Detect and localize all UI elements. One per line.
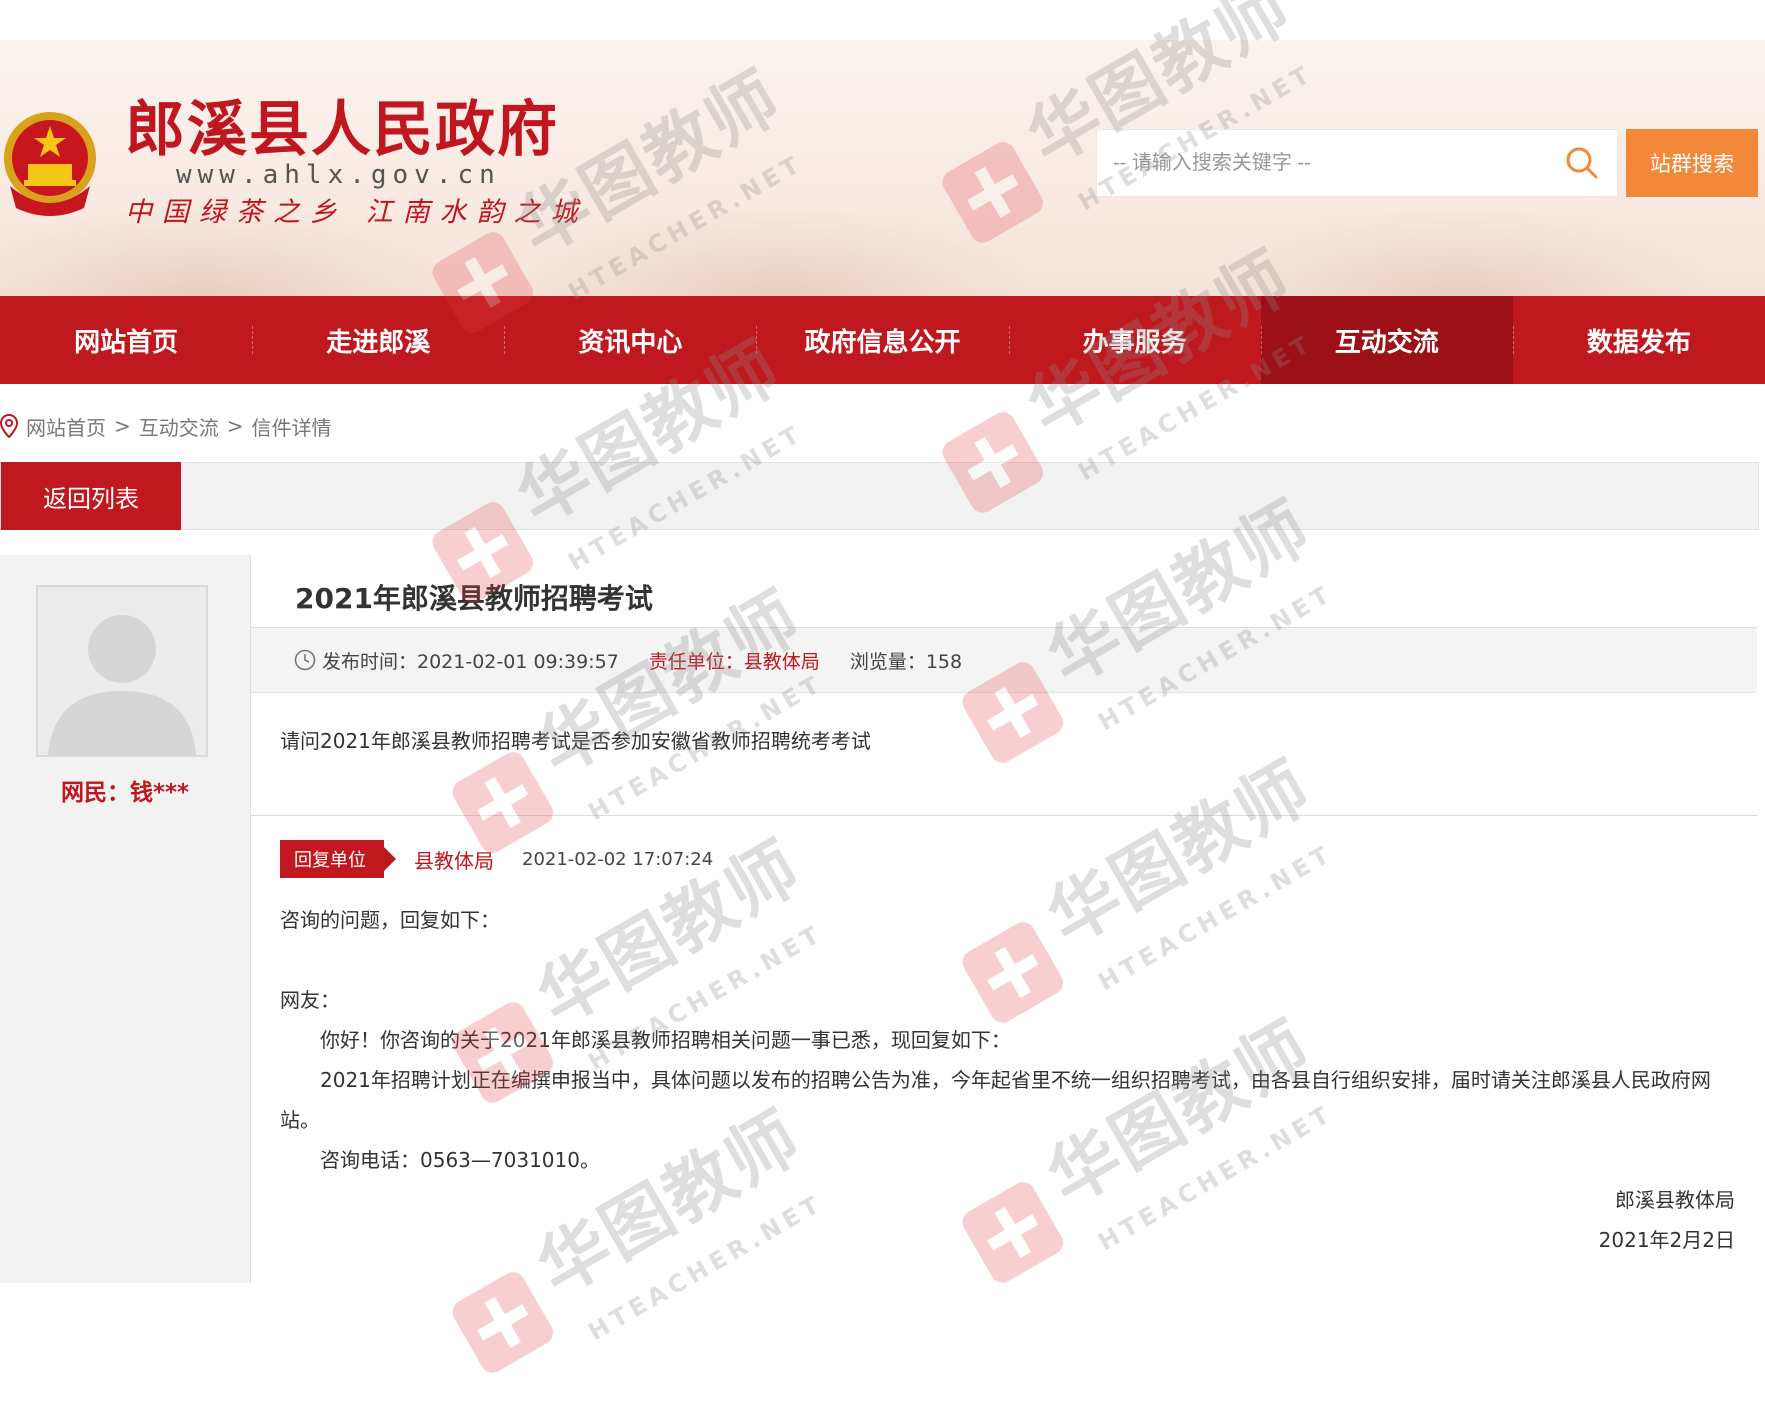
username: 网民：钱*** [60,780,190,806]
nav-item-about[interactable]: 走进郎溪 [252,296,504,384]
breadcrumb-current: 信件详情 [251,415,332,440]
nav-item-data[interactable]: 数据发布 [1512,296,1765,384]
search-icon[interactable] [1565,146,1599,180]
nav-item-gov-info[interactable]: 政府信息公开 [756,296,1008,384]
site-slogan: 中国绿茶之乡 江南水韵之城 [125,197,588,228]
publish-time: 发布时间：2021-02-01 09:39:57 [322,650,619,673]
site-title[interactable]: 郎溪县人民政府 [125,95,559,165]
reply-body: 咨询的问题，回复如下： 网友： 你好！你咨询的关于2021年郎溪县教师招聘相关问… [280,900,1735,1260]
reply-intro: 咨询的问题，回复如下： [280,908,500,932]
site-header: 郎溪县人民政府 www.ahlx.gov.cn 中国绿茶之乡 江南水韵之城 站群… [0,40,1765,296]
reply-paragraph: 2021年招聘计划正在编撰申报当中，具体问题以发布的招聘公告为准，今年起省里不统… [280,1068,1711,1132]
divider [251,815,1757,816]
breadcrumb-interaction-link[interactable]: 互动交流 [139,412,219,441]
site-group-search-button[interactable]: 站群搜索 [1626,129,1758,197]
nav-item-interaction[interactable]: 互动交流 [1260,296,1513,384]
watermark-logo-icon [447,1267,558,1377]
header-decoration [520,206,1040,296]
reply-signature-date: 2021年2月2日 [1598,1228,1735,1252]
breadcrumb: 网站首页 > 互动交流 > 信件详情 [0,408,332,444]
default-avatar-icon [38,587,206,755]
search-box [1096,129,1618,197]
reply-greeting: 网友： [280,988,340,1012]
back-bar: 返回列表 [0,462,1759,530]
breadcrumb-separator: > [114,414,131,438]
avatar [36,585,208,757]
letter-meta: 发布时间：2021-02-01 09:39:57 责任单位：县教体局 浏览量：1… [251,628,1757,693]
nav-item-news[interactable]: 资讯中心 [504,296,756,384]
national-emblem-icon[interactable] [2,108,98,220]
main-nav: 网站首页 走进郎溪 资讯中心 政府信息公开 办事服务 互动交流 数据发布 [0,296,1765,384]
back-to-list-button[interactable]: 返回列表 [1,462,181,530]
reply-unit: 县教体局 [414,848,494,873]
reply-unit-tag: 回复单位 [280,840,396,878]
site-url: www.ahlx.gov.cn [176,160,501,190]
search-input[interactable] [1111,140,1535,186]
header-decoration [1200,206,1720,296]
responsible-unit: 责任单位：县教体局 [648,650,820,673]
breadcrumb-separator: > [226,414,244,438]
reply-time: 2021-02-02 17:07:24 [522,848,714,870]
letter-detail: 2021年郎溪县教师招聘考试 发布时间：2021-02-01 09:39:57 … [251,555,1757,1283]
reply-paragraph: 咨询电话：0563—7031010。 [320,1148,600,1172]
nav-item-home[interactable]: 网站首页 [0,296,252,384]
letter-title: 2021年郎溪县教师招聘考试 [295,582,653,615]
breadcrumb-home-link[interactable]: 网站首页 [26,412,106,441]
clock-icon [294,649,316,671]
user-panel: 网民：钱*** [0,555,251,1283]
nav-item-services[interactable]: 办事服务 [1008,296,1261,384]
reply-header: 回复单位 县教体局 2021-02-02 17:07:24 [280,840,713,878]
location-pin-icon [0,414,18,438]
reply-paragraph: 你好！你咨询的关于2021年郎溪县教师招聘相关问题一事已悉，现回复如下： [320,1028,1011,1052]
reply-signature-org: 郎溪县教体局 [1615,1188,1735,1212]
letter-question: 请问2021年郎溪县教师招聘考试是否参加安徽省教师招聘统考考试 [280,729,871,753]
view-count: 浏览量：158 [849,650,963,673]
